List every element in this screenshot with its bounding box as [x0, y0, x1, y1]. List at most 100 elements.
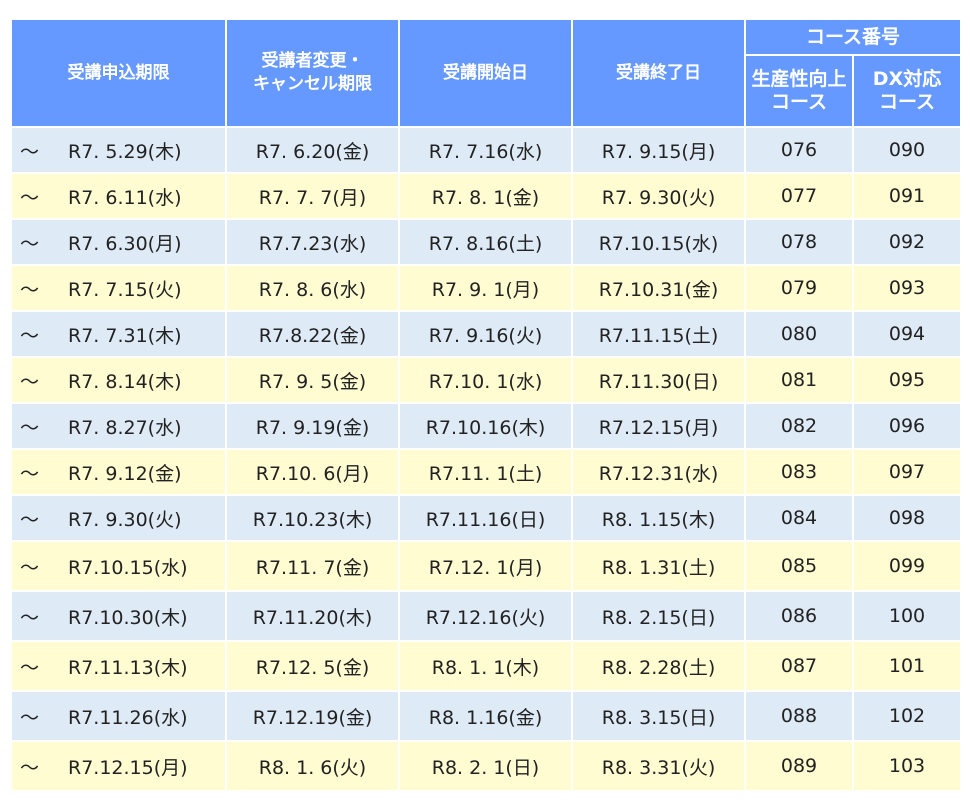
application-deadline-value: R7. 8.27(水) [68, 416, 182, 439]
tilde-prefix: ～ [20, 232, 40, 255]
table-row: ～ R7.10.30(木) R7.11.20(木) R7.12.16(火) R8. 2.… [12, 592, 960, 640]
application-deadline-value: R7.12.15(月) [68, 756, 188, 779]
cell-start-date: R7.10. 1(水) [400, 358, 571, 402]
header-start-date: 受講開始日 [400, 20, 571, 126]
cell-end-date: R8. 2.15(日) [573, 592, 744, 640]
table-row: ～ R7. 9.30(火) R7.10.23(木) R7.11.16(日) R8. 1.… [12, 496, 960, 540]
cell-application-deadline: ～ R7. 6.11(水) [12, 174, 225, 218]
cell-dx-course-number: 099 [854, 542, 960, 590]
cell-productivity-course-number: 084 [746, 496, 852, 540]
cell-change-cancel-deadline: R7.10. 6(月) [227, 450, 398, 494]
table-row: ～ R7.11.26(水) R7.12.19(金) R8. 1.16(金) R8. 3.… [12, 692, 960, 740]
table-body: ～ R7. 5.29(木) R7. 6.20(金) R7. 7.16(水) R7. 9.… [12, 128, 960, 790]
table-row: ～ R7.12.15(月) R8. 1. 6(火) R8. 2. 1(日) R8. 3.… [12, 742, 960, 790]
header-dx-course: DX対応 コース [854, 56, 960, 126]
cell-start-date: R7. 8. 1(金) [400, 174, 571, 218]
table-row: ～ R7. 8.14(木) R7. 9. 5(金) R7.10. 1(水) R7.11.… [12, 358, 960, 402]
cell-change-cancel-deadline: R7.12. 5(金) [227, 642, 398, 690]
cell-end-date: R7.10.15(水) [573, 220, 744, 264]
cell-end-date: R7.11.30(日) [573, 358, 744, 402]
cell-change-cancel-deadline: R7. 9. 5(金) [227, 358, 398, 402]
table-row: ～ R7.10.15(水) R7.11. 7(金) R7.12. 1(月) R8. 1.… [12, 542, 960, 590]
cell-dx-course-number: 102 [854, 692, 960, 740]
tilde-prefix: ～ [20, 186, 40, 209]
application-deadline-value: R7. 8.14(木) [68, 370, 182, 393]
cell-dx-course-number: 096 [854, 404, 960, 448]
application-deadline-value: R7.11.26(水) [68, 706, 188, 729]
cell-application-deadline: ～ R7.12.15(月) [12, 742, 225, 790]
tilde-prefix: ～ [20, 324, 40, 347]
table-row: ～ R7. 7.15(火) R7. 8. 6(水) R7. 9. 1(月) R7.10.… [12, 266, 960, 310]
cell-productivity-course-number: 078 [746, 220, 852, 264]
cell-application-deadline: ～ R7. 7.15(火) [12, 266, 225, 310]
tilde-prefix: ～ [20, 416, 40, 439]
cell-dx-course-number: 092 [854, 220, 960, 264]
cell-dx-course-number: 097 [854, 450, 960, 494]
cell-productivity-course-number: 077 [746, 174, 852, 218]
cell-dx-course-number: 100 [854, 592, 960, 640]
header-application-deadline-label: 受講申込期限 [67, 62, 170, 83]
cell-application-deadline: ～ R7. 5.29(木) [12, 128, 225, 172]
cell-application-deadline: ～ R7. 6.30(月) [12, 220, 225, 264]
cell-productivity-course-number: 076 [746, 128, 852, 172]
tilde-prefix: ～ [20, 556, 40, 579]
application-deadline-value: R7. 5.29(木) [68, 140, 182, 163]
cell-change-cancel-deadline: R7. 9.19(金) [227, 404, 398, 448]
tilde-prefix: ～ [20, 656, 40, 679]
cell-start-date: R7.12. 1(月) [400, 542, 571, 590]
application-deadline-value: R7. 6.30(月) [68, 232, 182, 255]
cell-dx-course-number: 091 [854, 174, 960, 218]
tilde-prefix: ～ [20, 706, 40, 729]
cell-application-deadline: ～ R7. 8.27(水) [12, 404, 225, 448]
application-deadline-value: R7. 7.15(火) [68, 278, 182, 301]
application-deadline-value: R7.11.13(木) [68, 656, 188, 679]
cell-end-date: R7.12.15(月) [573, 404, 744, 448]
header-application-deadline: 受講申込期限 [12, 20, 225, 126]
cell-dx-course-number: 093 [854, 266, 960, 310]
cell-start-date: R7. 8.16(土) [400, 220, 571, 264]
cell-start-date: R8. 1.16(金) [400, 692, 571, 740]
cell-start-date: R7. 7.16(水) [400, 128, 571, 172]
application-deadline-value: R7. 6.11(水) [68, 186, 182, 209]
cell-application-deadline: ～ R7.11.26(水) [12, 692, 225, 740]
cell-productivity-course-number: 087 [746, 642, 852, 690]
cell-start-date: R7.11. 1(土) [400, 450, 571, 494]
cell-start-date: R8. 2. 1(日) [400, 742, 571, 790]
table-row: ～ R7. 6.11(水) R7. 7. 7(月) R7. 8. 1(金) R7. 9.… [12, 174, 960, 218]
tilde-prefix: ～ [20, 370, 40, 393]
cell-end-date: R7. 9.30(火) [573, 174, 744, 218]
application-deadline-value: R7. 9.12(金) [68, 462, 182, 485]
cell-dx-course-number: 103 [854, 742, 960, 790]
cell-start-date: R7. 9.16(火) [400, 312, 571, 356]
cell-change-cancel-deadline: R7.8.22(金) [227, 312, 398, 356]
cell-productivity-course-number: 088 [746, 692, 852, 740]
application-deadline-value: R7. 9.30(火) [68, 508, 182, 531]
cell-dx-course-number: 094 [854, 312, 960, 356]
cell-dx-course-number: 098 [854, 496, 960, 540]
application-deadline-value: R7. 7.31(木) [68, 324, 182, 347]
application-deadline-value: R7.10.15(水) [68, 556, 188, 579]
cell-dx-course-number: 095 [854, 358, 960, 402]
cell-end-date: R8. 3.15(日) [573, 692, 744, 740]
cell-change-cancel-deadline: R7.11.20(木) [227, 592, 398, 640]
tilde-prefix: ～ [20, 606, 40, 629]
cell-application-deadline: ～ R7.10.15(水) [12, 542, 225, 590]
table-row: ～ R7. 6.30(月) R7.7.23(水) R7. 8.16(土) R7.10.1… [12, 220, 960, 264]
cell-productivity-course-number: 082 [746, 404, 852, 448]
tilde-prefix: ～ [20, 756, 40, 779]
table-header: 受講申込期限 受講者変更・ キャンセル期限 受講開始日 受講終了日 コース番号 生… [12, 20, 960, 126]
cell-start-date: R8. 1. 1(木) [400, 642, 571, 690]
cell-change-cancel-deadline: R7.7.23(水) [227, 220, 398, 264]
cell-productivity-course-number: 085 [746, 542, 852, 590]
schedule-table: 受講申込期限 受講者変更・ キャンセル期限 受講開始日 受講終了日 コース番号 生… [10, 18, 962, 792]
cell-end-date: R7.11.15(土) [573, 312, 744, 356]
cell-change-cancel-deadline: R7.12.19(金) [227, 692, 398, 740]
cell-productivity-course-number: 081 [746, 358, 852, 402]
cell-end-date: R7. 9.15(月) [573, 128, 744, 172]
cell-end-date: R7.12.31(水) [573, 450, 744, 494]
cell-change-cancel-deadline: R8. 1. 6(火) [227, 742, 398, 790]
tilde-prefix: ～ [20, 508, 40, 531]
cell-application-deadline: ～ R7.11.13(木) [12, 642, 225, 690]
cell-change-cancel-deadline: R7. 6.20(金) [227, 128, 398, 172]
cell-dx-course-number: 090 [854, 128, 960, 172]
